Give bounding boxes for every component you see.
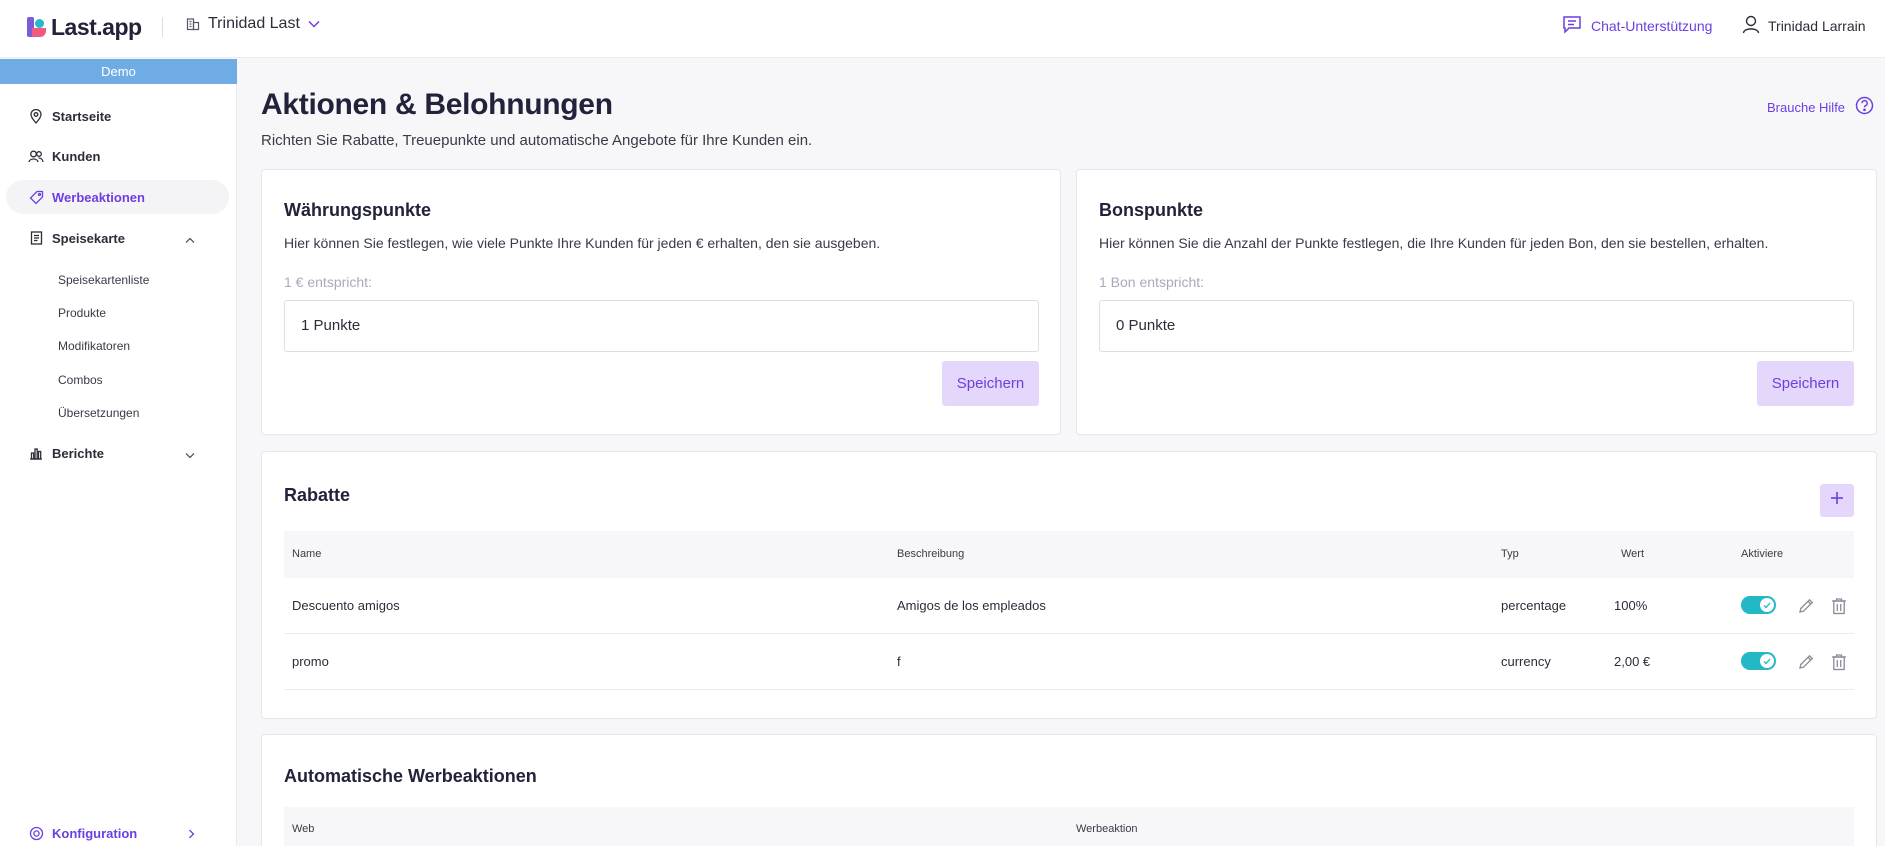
- logo-text: Last.app: [51, 13, 142, 40]
- help-link[interactable]: Brauche Hilfe: [1767, 96, 1874, 118]
- chevron-down-icon: [185, 447, 195, 462]
- column-header: Werbeaktion: [1076, 823, 1138, 835]
- help-label: Brauche Hilfe: [1767, 99, 1846, 115]
- sidebar-item-startseite[interactable]: Startseite: [6, 99, 229, 133]
- edit-icon[interactable]: [1796, 652, 1816, 672]
- card-description: Hier können Sie die Anzahl der Punkte fe…: [1099, 235, 1769, 251]
- plus-icon: [1830, 491, 1844, 510]
- sidebar-item-label: Kunden: [52, 148, 101, 164]
- sidebar-item-konfiguration[interactable]: Konfiguration: [6, 816, 229, 846]
- menu-book-icon: [28, 230, 44, 246]
- sidebar-subitem-uebersetzungen[interactable]: Übersetzungen: [58, 406, 139, 420]
- sidebar-item-label: Speisekarte: [52, 230, 125, 246]
- sidebar-item-werbeaktionen[interactable]: Werbeaktionen: [6, 180, 229, 214]
- field-label: 1 € entspricht:: [284, 274, 372, 290]
- column-header: Name: [292, 548, 322, 560]
- column-header: Beschreibung: [897, 548, 965, 560]
- bon-points-card: Bonspunkte Hier können Sie die Anzahl de…: [1076, 169, 1877, 435]
- sidebar-item-berichte[interactable]: Berichte: [6, 436, 229, 470]
- sidebar-item-label: Startseite: [52, 108, 112, 124]
- bar-chart-icon: [28, 445, 44, 461]
- discount-type: percentage: [1501, 598, 1567, 613]
- sidebar-subitem-produkte[interactable]: Produkte: [58, 306, 106, 320]
- section-title: Automatische Werbeaktionen: [284, 766, 537, 786]
- discount-name: promo: [292, 654, 329, 669]
- demo-banner: Demo: [0, 59, 237, 84]
- page-subtitle: Richten Sie Rabatte, Treuepunkte und aut…: [261, 132, 813, 149]
- trash-icon[interactable]: [1829, 596, 1849, 616]
- sidebar-item-kunden[interactable]: Kunden: [6, 139, 229, 173]
- discount-description: f: [897, 654, 901, 669]
- top-bar: Last.app Trinidad Last Chat-Unterstützun…: [0, 0, 1885, 58]
- check-icon: [1763, 602, 1771, 608]
- edit-icon[interactable]: [1796, 596, 1816, 616]
- building-icon: [186, 17, 200, 31]
- sidebar-subitem-combos[interactable]: Combos: [58, 373, 103, 387]
- divider: [162, 17, 163, 37]
- logo-icon: [27, 16, 49, 38]
- chevron-up-icon: [185, 232, 195, 247]
- column-header: Web: [292, 823, 315, 835]
- bon-points-input[interactable]: 0 Punkte: [1099, 300, 1854, 352]
- store-name: Trinidad Last: [208, 15, 300, 32]
- chat-support-link[interactable]: Chat-Unterstützung: [1562, 15, 1712, 37]
- users-icon: [28, 148, 44, 164]
- sidebar-item-label: Konfiguration: [52, 825, 138, 841]
- column-header: Wert: [1621, 548, 1645, 560]
- save-button[interactable]: Speichern: [1757, 361, 1854, 406]
- currency-points-card: Währungspunkte Hier können Sie festlegen…: [261, 169, 1061, 435]
- discount-type: currency: [1501, 654, 1551, 669]
- check-icon: [1763, 658, 1771, 664]
- user-icon: [1742, 15, 1760, 37]
- user-menu[interactable]: Trinidad Larrain: [1742, 15, 1866, 37]
- chevron-right-icon: [188, 827, 195, 842]
- card-title: Währungspunkte: [284, 200, 431, 220]
- card-description: Hier können Sie festlegen, wie viele Pun…: [284, 235, 881, 251]
- settings-icon: [28, 825, 44, 841]
- active-toggle[interactable]: [1741, 652, 1776, 670]
- active-toggle[interactable]: [1741, 596, 1776, 614]
- table-row[interactable]: promo f currency 2,00 €: [284, 634, 1854, 690]
- trash-icon[interactable]: [1829, 652, 1849, 672]
- chat-label: Chat-Unterstützung: [1591, 18, 1713, 34]
- app-logo[interactable]: Last.app: [27, 13, 142, 41]
- question-icon: [1855, 96, 1874, 118]
- tag-icon: [28, 189, 44, 205]
- field-label: 1 Bon entspricht:: [1099, 274, 1205, 290]
- add-discount-button[interactable]: [1820, 484, 1854, 517]
- store-selector[interactable]: Trinidad Last: [186, 15, 320, 33]
- column-header: Aktiviere: [1741, 548, 1784, 560]
- table-row[interactable]: Descuento amigos Amigos de los empleados…: [284, 578, 1854, 634]
- discount-name: Descuento amigos: [292, 598, 400, 613]
- sidebar-item-speisekarte[interactable]: Speisekarte: [6, 221, 229, 255]
- sidebar: Demo Startseite Kunden Werbeaktionen Spe…: [0, 59, 237, 846]
- sidebar-item-label: Berichte: [52, 445, 105, 461]
- discount-value: 100%: [1614, 598, 1648, 613]
- sidebar-subitem-modifikatoren[interactable]: Modifikatoren: [58, 339, 130, 353]
- chevron-down-icon: [308, 20, 320, 28]
- currency-points-input[interactable]: 1 Punkte: [284, 300, 1039, 352]
- page-title: Aktionen & Belohnungen: [261, 88, 613, 121]
- sidebar-subitem-speisekartenliste[interactable]: Speisekartenliste: [58, 273, 149, 287]
- table-header: Web Werbeaktion: [284, 807, 1854, 846]
- user-name: Trinidad Larrain: [1768, 18, 1866, 34]
- column-header: Typ: [1501, 548, 1519, 560]
- chat-icon: [1562, 15, 1582, 37]
- location-pin-icon: [28, 108, 44, 124]
- table-header: Name Beschreibung Typ Wert Aktiviere: [284, 531, 1854, 578]
- card-title: Bonspunkte: [1099, 200, 1204, 220]
- discount-description: Amigos de los empleados: [897, 598, 1046, 613]
- save-button[interactable]: Speichern: [942, 361, 1039, 406]
- discount-value: 2,00 €: [1614, 654, 1651, 669]
- sidebar-item-label: Werbeaktionen: [52, 189, 145, 205]
- section-title: Rabatte: [284, 485, 351, 505]
